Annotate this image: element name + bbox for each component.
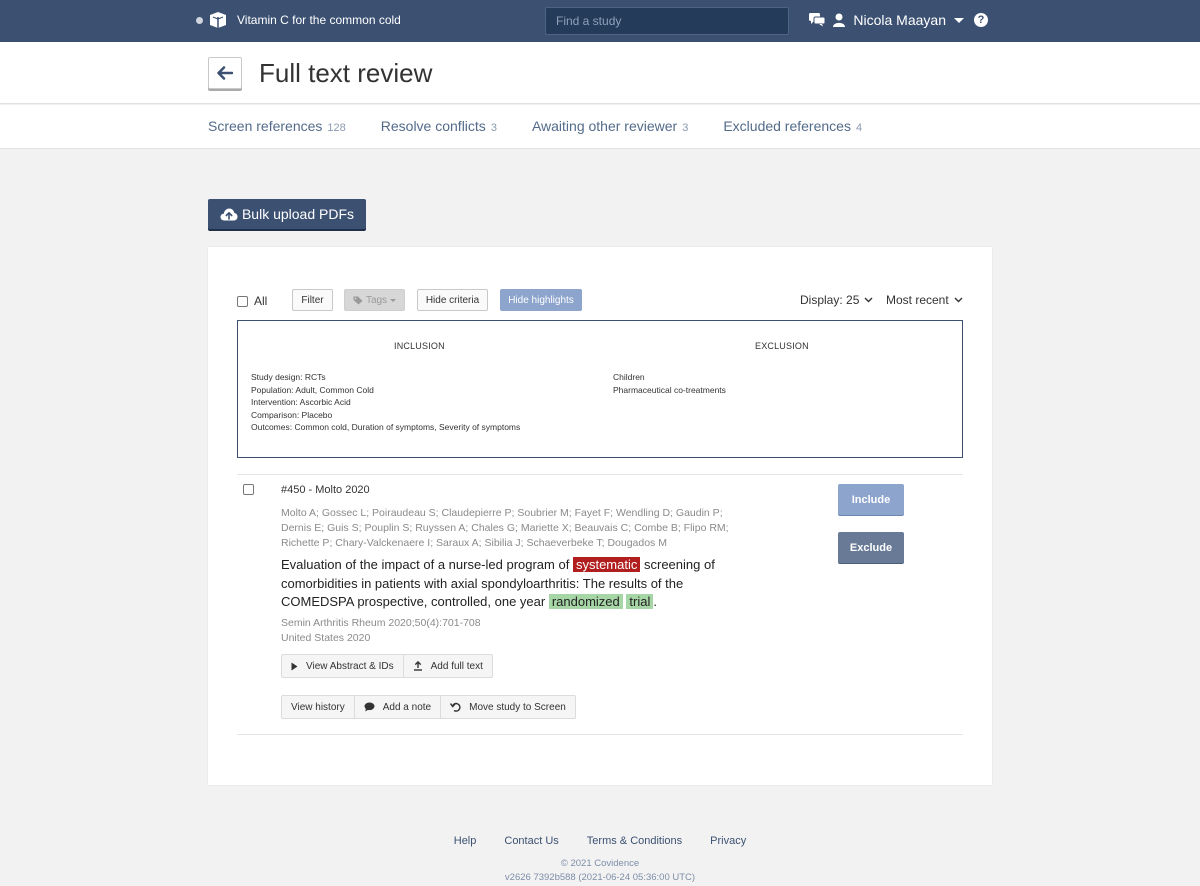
project-name: Vitamin C for the common cold — [237, 13, 401, 27]
back-button[interactable] — [208, 57, 242, 89]
footer-link-privacy[interactable]: Privacy — [710, 835, 746, 847]
include-button[interactable]: Include — [838, 484, 904, 515]
reference-title: Evaluation of the impact of a nurse-led … — [281, 557, 715, 609]
move-study-button[interactable]: Move study to Screen — [441, 696, 575, 718]
footer-links: Help Contact Us Terms & Conditions Priva… — [0, 835, 1200, 847]
criterion-item: Intervention: Ascorbic Acid — [251, 397, 351, 407]
reference-authors: Molto A; Gossec L; Poiraudeau S; Claudep… — [281, 507, 729, 549]
tab-count: 3 — [490, 122, 497, 134]
references-panel: All Filter Tags Hide criteria Hide highl… — [208, 247, 992, 785]
tab-awaiting-other-reviewer[interactable]: Awaiting other reviewer 3 — [532, 118, 688, 134]
tag-icon — [353, 296, 363, 304]
exclusion-list: Children Pharmaceutical co-treatments — [613, 371, 726, 396]
sort-select[interactable]: Most recent — [886, 293, 963, 307]
footer-link-contact[interactable]: Contact Us — [504, 835, 558, 847]
add-note-button[interactable]: Add a note — [355, 696, 442, 718]
hide-highlights-button[interactable]: Hide highlights — [500, 289, 582, 311]
view-abstract-button[interactable]: View Abstract & IDs — [282, 655, 404, 677]
hide-criteria-button[interactable]: Hide criteria — [417, 289, 488, 311]
copyright: © 2021 Covidence — [560, 858, 640, 869]
caret-down-icon — [390, 298, 397, 302]
chevron-down-icon — [954, 297, 963, 303]
highlight-exclusion-term: systematic — [572, 557, 641, 572]
view-history-button[interactable]: View history — [282, 696, 355, 718]
highlight-inclusion-term: trial — [626, 594, 654, 609]
user-name[interactable]: Nicola Maayan — [853, 12, 946, 28]
covidence-logo-icon — [210, 12, 226, 28]
reference-journal: Semin Arthritis Rheum 2020;50(4):701-708 — [281, 617, 481, 629]
divider — [237, 734, 963, 735]
divider — [237, 474, 963, 475]
reference-meta: Semin Arthritis Rheum 2020;50(4):701-708… — [281, 616, 481, 646]
project-brand[interactable]: Vitamin C for the common cold — [196, 11, 401, 29]
tags-button[interactable]: Tags — [344, 289, 405, 311]
cloud-upload-icon — [220, 208, 238, 220]
criterion-item: Children — [613, 372, 645, 382]
reference-country: United States 2020 — [281, 632, 371, 644]
footer-link-terms[interactable]: Terms & Conditions — [587, 835, 682, 847]
tab-count: 4 — [855, 122, 863, 134]
history-actions-group: View history Add a note Move study to Sc… — [281, 695, 576, 719]
reference-checkbox[interactable] — [243, 484, 254, 495]
undo-icon — [450, 702, 461, 712]
tab-count: 128 — [327, 122, 346, 134]
arrow-left-icon — [217, 66, 233, 80]
search-input[interactable] — [545, 7, 789, 35]
highlight-inclusion-term: randomized — [548, 594, 623, 609]
bulk-upload-pdfs-button[interactable]: Bulk upload PDFs — [208, 199, 366, 229]
status-dot-icon — [196, 16, 203, 24]
version-info: v2626 7392b588 (2021-06-24 05:36:00 UTC) — [504, 872, 696, 883]
comment-icon — [364, 702, 375, 712]
user-area: Nicola Maayan ? — [809, 12, 988, 28]
list-toolbar: All Filter Tags Hide criteria Hide highl… — [237, 288, 963, 312]
add-full-text-button[interactable]: Add full text — [404, 655, 492, 677]
user-icon — [833, 13, 846, 27]
eligibility-criteria-box: INCLUSION EXCLUSION Study design: RCTs P… — [237, 320, 963, 458]
inclusion-heading: INCLUSION — [394, 341, 445, 351]
criterion-item: Pharmaceutical co-treatments — [613, 384, 726, 395]
title-bar: Full text review — [0, 42, 1200, 104]
tab-screen-references[interactable]: Screen references 128 — [208, 118, 346, 134]
criterion-item: Study design: RCTs — [251, 372, 326, 382]
display-count-select[interactable]: Display: 25 — [800, 293, 873, 307]
reference-id: #450 - Molto 2020 — [281, 484, 370, 496]
reference-actions-group: View Abstract & IDs Add full text — [281, 654, 493, 678]
page-title: Full text review — [259, 58, 433, 88]
tab-count: 3 — [682, 122, 689, 134]
tab-bar: Screen references 128 Resolve conflicts 3 … — [0, 105, 1200, 149]
chevron-down-icon — [864, 297, 873, 303]
caret-down-icon[interactable] — [954, 17, 964, 23]
help-icon[interactable]: ? — [974, 13, 988, 27]
exclude-button[interactable]: Exclude — [838, 532, 904, 563]
select-all-checkbox[interactable] — [237, 295, 248, 307]
footer-link-help[interactable]: Help — [454, 835, 477, 847]
filter-button[interactable]: Filter — [292, 289, 333, 311]
criterion-item: Outcomes: Common cold, Duration of sympt… — [251, 422, 521, 432]
chat-icon[interactable] — [809, 13, 826, 27]
inclusion-list: Study design: RCTs Population: Adult, Co… — [251, 371, 520, 434]
criterion-item: Comparison: Placebo — [251, 409, 333, 420]
criterion-item: Population: Adult, Common Cold — [251, 384, 374, 395]
exclusion-heading: EXCLUSION — [755, 341, 809, 351]
play-triangle-icon — [291, 662, 298, 670]
select-all[interactable]: All — [237, 294, 267, 308]
upload-icon — [413, 661, 422, 671]
top-navigation-bar: Vitamin C for the common cold Nicola Maa… — [0, 0, 1200, 42]
tab-excluded-references[interactable]: Excluded references 4 — [723, 118, 862, 134]
tab-resolve-conflicts[interactable]: Resolve conflicts 3 — [381, 118, 497, 134]
